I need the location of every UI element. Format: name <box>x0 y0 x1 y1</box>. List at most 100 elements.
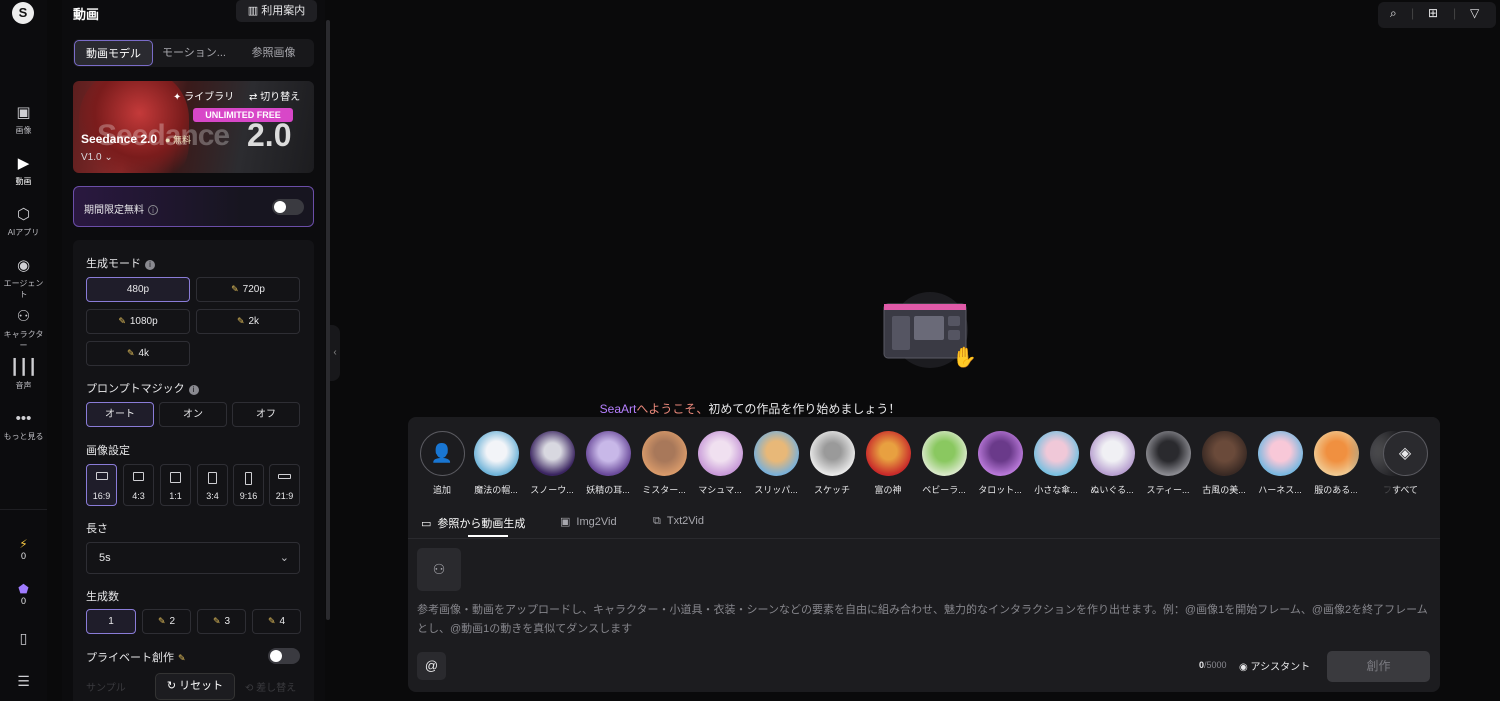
search-icon[interactable]: ⌕ <box>1390 6 1397 21</box>
filter-icon[interactable]: ▽ <box>1470 6 1479 20</box>
character-item[interactable]: スリッパ... <box>750 431 802 496</box>
mode-480p-button[interactable]: 480p <box>86 277 190 302</box>
character-item[interactable]: 妖精の耳... <box>582 431 634 496</box>
rail-item-audio[interactable]: ┃┃┃ 音声 <box>0 359 47 391</box>
ratio-21-9-button[interactable]: 21:9 <box>269 464 300 506</box>
grid-icon[interactable]: ⊞ <box>1428 6 1438 20</box>
mode-1080p-button[interactable]: ✎ 1080p <box>86 309 190 334</box>
library-button[interactable]: ✦ ライブラリ <box>173 88 234 103</box>
chevron-down-icon: ⌄ <box>101 152 113 163</box>
add-character-button[interactable]: 👤 追加 <box>416 431 468 496</box>
collapse-panel-button[interactable]: ‹ <box>330 325 340 381</box>
character-avatar <box>641 431 687 476</box>
free-label: 無料 <box>172 135 191 145</box>
all-characters-button[interactable]: ◈ すべて <box>1382 431 1428 495</box>
info-icon[interactable]: i <box>148 205 158 215</box>
tab-reference-to-video[interactable]: ▭ 参照から動画生成 <box>421 515 525 531</box>
ratio-shape <box>95 472 108 480</box>
character-name: スケッチ <box>813 485 850 495</box>
credit-icon: ⬟ <box>18 582 29 596</box>
guide-button[interactable]: ▥ 利用案内 <box>236 0 317 22</box>
tab-img2vid[interactable]: ▣ Img2Vid <box>560 515 617 528</box>
stamina-counter[interactable]: ⚡ 0 <box>0 537 47 561</box>
rail-item-label: キャラクター <box>3 330 44 350</box>
character-item[interactable]: 富の神 <box>862 431 914 496</box>
tab-reference-image[interactable]: 参照画像 <box>234 40 313 66</box>
count-1-button[interactable]: 1 <box>86 609 136 634</box>
character-name: スリッパ... <box>754 485 798 495</box>
count-2-button[interactable]: ✎ 2 <box>142 609 191 634</box>
mode-2k-button[interactable]: ✎ 2k <box>196 309 300 334</box>
tab-label: Txt2Vid <box>666 515 704 527</box>
upload-reference-button[interactable]: ⚇ <box>417 548 461 591</box>
character-item[interactable]: 魔法の帽... <box>470 431 522 496</box>
character-item[interactable]: スケッチ <box>806 431 858 496</box>
ratio-1-1-button[interactable]: 1:1 <box>160 464 191 506</box>
character-name: 小さな傘... <box>1034 485 1078 495</box>
character-name: 富の神 <box>874 485 902 495</box>
svg-text:✋: ✋ <box>952 345 974 369</box>
character-name: スティー... <box>1146 485 1190 495</box>
character-item[interactable]: ぬいぐる... <box>1086 431 1138 496</box>
tab-video-model[interactable]: 動画モデル <box>74 40 153 66</box>
mode-720p-button[interactable]: ✎ 720p <box>196 277 300 302</box>
coin-icon: ● <box>165 135 173 145</box>
private-toggle[interactable] <box>268 648 300 664</box>
character-item[interactable]: 古風の美... <box>1198 431 1250 496</box>
sample-label[interactable]: サンプル <box>86 679 126 694</box>
menu-icon[interactable]: ☰ <box>0 673 47 690</box>
ratio-16-9-button[interactable]: 16:9 <box>86 464 117 506</box>
limited-free-toggle[interactable] <box>272 199 304 215</box>
seaart-logo-icon[interactable]: S <box>12 2 34 24</box>
character-item[interactable]: タロット... <box>974 431 1026 496</box>
model-banner[interactable]: Seedance 2.0 ✦ ライブラリ ⇄ 切り替え UNLIMITED FR… <box>73 81 314 173</box>
mention-button[interactable]: @ <box>417 652 446 680</box>
rail-item-video[interactable]: ▶ 動画 <box>0 155 47 187</box>
rail-item-agent[interactable]: ◉ エージェント <box>0 257 47 300</box>
unlimited-badge: UNLIMITED FREE <box>193 108 293 122</box>
ratio-3-4-button[interactable]: 3:4 <box>197 464 228 506</box>
tab-txt2vid[interactable]: ⧉ Txt2Vid <box>653 515 704 528</box>
character-item[interactable]: ベビーラ... <box>918 431 970 496</box>
length-select[interactable]: 5s ⌄ <box>86 542 300 574</box>
character-avatar <box>697 431 743 476</box>
mode-4k-button[interactable]: ✎ 4k <box>86 341 190 366</box>
count-4-button[interactable]: ✎ 4 <box>252 609 301 634</box>
panel-scrollbar[interactable] <box>326 20 330 620</box>
banner-version-text: 2.0 <box>247 117 292 153</box>
all-label: すべて <box>1391 485 1418 495</box>
option-label: 4k <box>138 348 150 359</box>
guide-label: 利用案内 <box>261 5 306 17</box>
mobile-icon[interactable]: ▯ <box>0 630 47 647</box>
replace-button[interactable]: ⟲ 差し替え <box>245 679 296 694</box>
character-item[interactable]: ハーネス... <box>1254 431 1306 496</box>
credits-counter[interactable]: ⬟ 0 <box>0 582 47 606</box>
active-tab-indicator <box>468 535 508 537</box>
promo-label: 期間限定無料 i <box>84 201 158 216</box>
rail-item-character[interactable]: ⚇ キャラクター <box>0 308 47 351</box>
count-3-button[interactable]: ✎ 3 <box>197 609 246 634</box>
character-avatar <box>1089 431 1135 476</box>
character-item[interactable]: 小さな傘... <box>1030 431 1082 496</box>
character-item[interactable]: ミスター... <box>638 431 690 496</box>
assistant-button[interactable]: ◉ アシスタント <box>1239 658 1310 673</box>
ratio-shape <box>208 472 217 484</box>
info-icon[interactable]: i <box>145 260 155 270</box>
tab-motion[interactable]: モーション... <box>154 40 234 66</box>
ratio-4-3-button[interactable]: 4:3 <box>123 464 154 506</box>
ratio-9-16-button[interactable]: 9:16 <box>233 464 264 506</box>
rail-item-image[interactable]: ▣ 画像 <box>0 104 47 136</box>
version-select[interactable]: V1.0 ⌄ <box>81 152 113 163</box>
library-label: ライブラリ <box>184 92 235 103</box>
create-button[interactable]: 創作 <box>1327 651 1430 682</box>
prompt-input[interactable]: 参考画像・動画をアップロードし、キャラクター・小道具・衣装・シーンなどの要素を自… <box>417 601 1431 639</box>
info-icon[interactable]: i <box>188 385 199 395</box>
image-icon: ▣ <box>16 104 31 121</box>
rail-item-ai-app[interactable]: ⬡ AIアプリ <box>0 206 47 238</box>
reset-button[interactable]: ↻ リセット <box>155 673 235 700</box>
character-item[interactable]: マシュマ... <box>694 431 746 496</box>
switch-button[interactable]: ⇄ 切り替え <box>249 88 300 103</box>
character-item[interactable]: スティー... <box>1142 431 1194 496</box>
replace-label: 差し替え <box>256 683 297 694</box>
character-item[interactable]: スノーウ... <box>526 431 578 496</box>
